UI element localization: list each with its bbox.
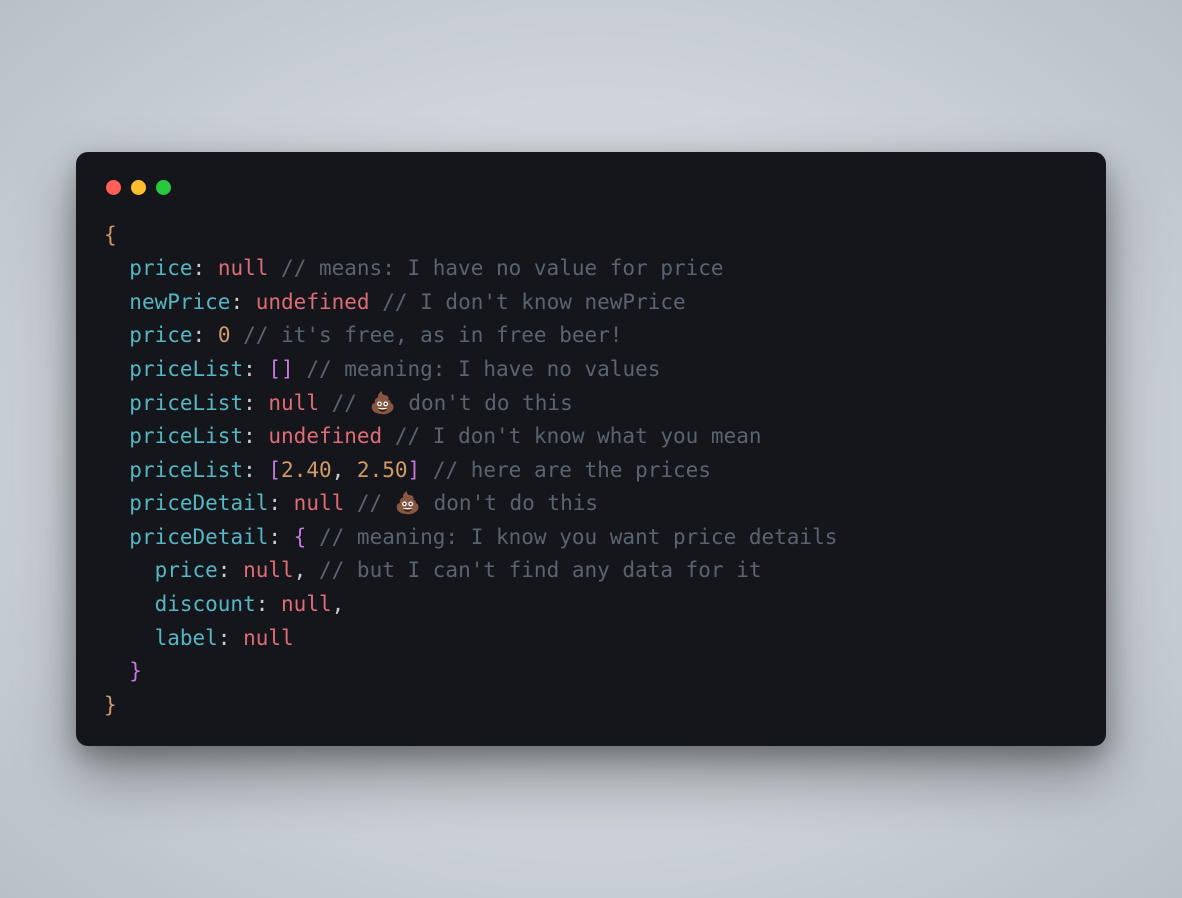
bracket-close: ] xyxy=(281,357,294,381)
code-key: discount xyxy=(155,592,256,616)
code-value: null xyxy=(268,391,319,415)
brace-close: } xyxy=(129,659,142,683)
code-comment: // means: I have no value for price xyxy=(281,256,724,280)
code-value: 2.40 xyxy=(281,458,332,482)
code-key: label xyxy=(155,626,218,650)
code-window: { price: null // means: I have no value … xyxy=(76,152,1106,747)
code-value: null xyxy=(294,491,345,515)
code-comment: // I don't know newPrice xyxy=(382,290,685,314)
bracket-open: [ xyxy=(268,458,281,482)
code-value: null xyxy=(243,558,294,582)
zoom-icon[interactable] xyxy=(156,180,171,195)
code-key: priceList xyxy=(129,391,243,415)
code-comment: // 💩 don't do this xyxy=(357,491,598,515)
code-value: 0 xyxy=(218,323,231,347)
code-comment: // meaning: I know you want price detail… xyxy=(319,525,837,549)
code-value: 2.50 xyxy=(357,458,408,482)
brace-open: { xyxy=(104,223,117,247)
code-key: priceDetail xyxy=(129,525,268,549)
code-block: { price: null // means: I have no value … xyxy=(104,219,1078,723)
traffic-lights xyxy=(104,176,1078,219)
code-value: undefined xyxy=(256,290,370,314)
code-key: priceList xyxy=(129,357,243,381)
code-comment: // here are the prices xyxy=(433,458,711,482)
code-value: undefined xyxy=(268,424,382,448)
code-comment: // I don't know what you mean xyxy=(395,424,762,448)
code-value: null xyxy=(281,592,332,616)
minimize-icon[interactable] xyxy=(131,180,146,195)
code-key: price xyxy=(129,256,192,280)
bracket-open: [ xyxy=(268,357,281,381)
brace-open: { xyxy=(294,525,307,549)
code-value: null xyxy=(243,626,294,650)
code-comment: // but I can't find any data for it xyxy=(319,558,762,582)
code-key: newPrice xyxy=(129,290,230,314)
brace-close: } xyxy=(104,693,117,717)
code-key: price xyxy=(155,558,218,582)
code-comment: // 💩 don't do this xyxy=(332,391,573,415)
code-comment: // meaning: I have no values xyxy=(306,357,660,381)
close-icon[interactable] xyxy=(106,180,121,195)
code-key: price xyxy=(129,323,192,347)
code-comment: // it's free, as in free beer! xyxy=(243,323,622,347)
code-key: priceList xyxy=(129,424,243,448)
code-key: priceList xyxy=(129,458,243,482)
code-value: null xyxy=(218,256,269,280)
code-key: priceDetail xyxy=(129,491,268,515)
bracket-close: ] xyxy=(408,458,421,482)
